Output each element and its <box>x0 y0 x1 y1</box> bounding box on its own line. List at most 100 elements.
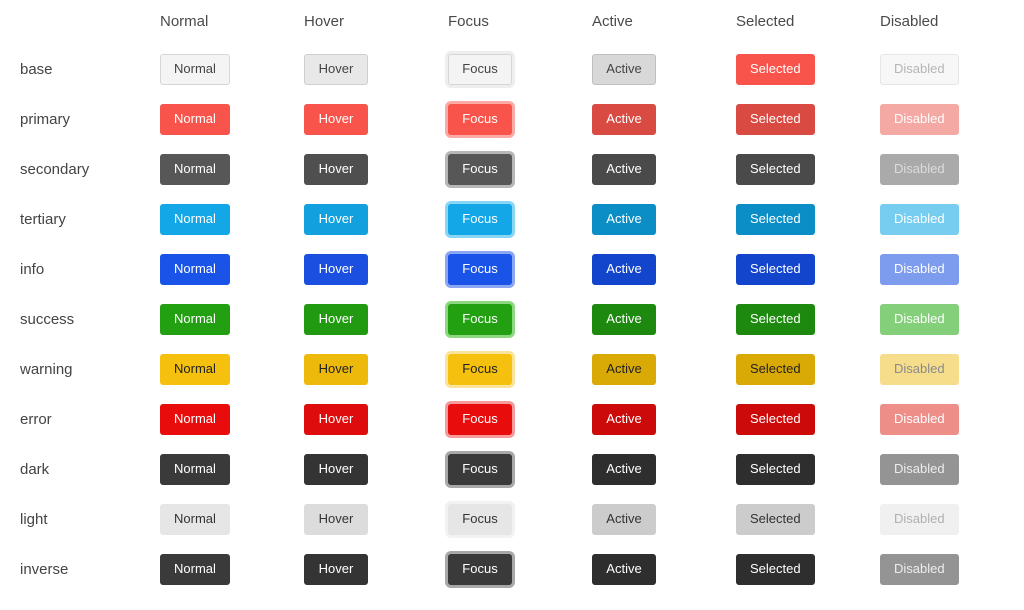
button-error-focus[interactable]: Focus <box>448 403 512 435</box>
cell-inverse-hover: Hover <box>304 544 448 594</box>
column-header-disabled: Disabled <box>880 13 939 30</box>
cell-primary-disabled: Disabled <box>880 94 1024 144</box>
cell-warning-normal: Normal <box>160 344 304 394</box>
cell-secondary-focus: Focus <box>448 144 592 194</box>
cell-secondary-normal: Normal <box>160 144 304 194</box>
button-tertiary-focus[interactable]: Focus <box>448 203 512 235</box>
button-warning-active[interactable]: Active <box>592 353 656 385</box>
row-label-warning: warning <box>20 360 73 378</box>
button-info-active[interactable]: Active <box>592 253 656 285</box>
row-label-secondary: secondary <box>20 160 90 178</box>
button-error-hover[interactable]: Hover <box>304 403 368 435</box>
button-dark-focus[interactable]: Focus <box>448 453 512 485</box>
table-body: base Normal Hover Focus Active Selected Disabl… <box>0 44 1024 594</box>
table-row: info Normal Hover Focus Active Selected Disabl… <box>0 244 1024 294</box>
button-tertiary-disabled: Disabled <box>880 203 959 235</box>
button-success-active[interactable]: Active <box>592 303 656 335</box>
cell-warning-focus: Focus <box>448 344 592 394</box>
button-base-normal[interactable]: Normal <box>160 53 230 85</box>
button-inverse-selected[interactable]: Selected <box>736 553 815 585</box>
button-warning-hover[interactable]: Hover <box>304 353 368 385</box>
cell-base-focus: Focus <box>448 44 592 94</box>
button-success-hover[interactable]: Hover <box>304 303 368 335</box>
button-inverse-normal[interactable]: Normal <box>160 553 230 585</box>
button-warning-disabled: Disabled <box>880 353 959 385</box>
table-row: dark Normal Hover Focus Active Selected Disabl… <box>0 444 1024 494</box>
row-label-light: light <box>20 510 48 528</box>
button-info-focus[interactable]: Focus <box>448 253 512 285</box>
button-secondary-focus[interactable]: Focus <box>448 153 512 185</box>
button-primary-hover[interactable]: Hover <box>304 103 368 135</box>
button-success-focus[interactable]: Focus <box>448 303 512 335</box>
cell-error-disabled: Disabled <box>880 394 1024 444</box>
button-light-normal[interactable]: Normal <box>160 503 230 535</box>
button-dark-active[interactable]: Active <box>592 453 656 485</box>
button-warning-focus[interactable]: Focus <box>448 353 512 385</box>
button-base-selected[interactable]: Selected <box>736 53 815 85</box>
button-primary-selected[interactable]: Selected <box>736 103 815 135</box>
header-row: Normal Hover Focus Active Selected Disabled <box>0 0 1024 44</box>
column-header-active: Active <box>592 13 633 30</box>
button-error-selected[interactable]: Selected <box>736 403 815 435</box>
cell-warning-hover: Hover <box>304 344 448 394</box>
button-primary-normal[interactable]: Normal <box>160 103 230 135</box>
button-info-selected[interactable]: Selected <box>736 253 815 285</box>
button-secondary-selected[interactable]: Selected <box>736 153 815 185</box>
button-light-selected[interactable]: Selected <box>736 503 815 535</box>
button-secondary-active[interactable]: Active <box>592 153 656 185</box>
button-dark-selected[interactable]: Selected <box>736 453 815 485</box>
button-warning-normal[interactable]: Normal <box>160 353 230 385</box>
cell-tertiary-selected: Selected <box>736 194 880 244</box>
cell-base-active: Active <box>592 44 736 94</box>
row-label-info: info <box>20 260 45 278</box>
cell-primary-normal: Normal <box>160 94 304 144</box>
button-error-normal[interactable]: Normal <box>160 403 230 435</box>
cell-success-selected: Selected <box>736 294 880 344</box>
button-inverse-focus[interactable]: Focus <box>448 553 512 585</box>
button-light-focus[interactable]: Focus <box>448 503 512 535</box>
row-label-tertiary: tertiary <box>20 210 66 228</box>
button-base-focus[interactable]: Focus <box>448 53 512 85</box>
cell-light-hover: Hover <box>304 494 448 544</box>
button-dark-hover[interactable]: Hover <box>304 453 368 485</box>
cell-inverse-disabled: Disabled <box>880 544 1024 594</box>
table-row: error Normal Hover Focus Active Selected Disab… <box>0 394 1024 444</box>
button-inverse-hover[interactable]: Hover <box>304 553 368 585</box>
button-primary-focus[interactable]: Focus <box>448 103 512 135</box>
button-success-normal[interactable]: Normal <box>160 303 230 335</box>
table-row: tertiary Normal Hover Focus Active Selected Di… <box>0 194 1024 244</box>
button-success-selected[interactable]: Selected <box>736 303 815 335</box>
button-success-disabled: Disabled <box>880 303 959 335</box>
button-primary-active[interactable]: Active <box>592 103 656 135</box>
button-inverse-active[interactable]: Active <box>592 553 656 585</box>
button-light-hover[interactable]: Hover <box>304 503 368 535</box>
button-secondary-hover[interactable]: Hover <box>304 153 368 185</box>
button-tertiary-selected[interactable]: Selected <box>736 203 815 235</box>
button-inverse-disabled: Disabled <box>880 553 959 585</box>
button-base-active[interactable]: Active <box>592 53 656 85</box>
cell-secondary-active: Active <box>592 144 736 194</box>
cell-base-hover: Hover <box>304 44 448 94</box>
button-secondary-normal[interactable]: Normal <box>160 153 230 185</box>
button-info-hover[interactable]: Hover <box>304 253 368 285</box>
column-header-normal: Normal <box>160 13 209 30</box>
cell-secondary-selected: Selected <box>736 144 880 194</box>
cell-error-normal: Normal <box>160 394 304 444</box>
button-info-normal[interactable]: Normal <box>160 253 230 285</box>
cell-error-focus: Focus <box>448 394 592 444</box>
button-light-active[interactable]: Active <box>592 503 656 535</box>
column-header-selected: Selected <box>736 13 795 30</box>
cell-inverse-selected: Selected <box>736 544 880 594</box>
cell-tertiary-disabled: Disabled <box>880 194 1024 244</box>
button-warning-selected[interactable]: Selected <box>736 353 815 385</box>
button-tertiary-active[interactable]: Active <box>592 203 656 235</box>
table-row: primary Normal Hover Focus Active Selected Dis… <box>0 94 1024 144</box>
button-dark-normal[interactable]: Normal <box>160 453 230 485</box>
button-error-active[interactable]: Active <box>592 403 656 435</box>
button-tertiary-normal[interactable]: Normal <box>160 203 230 235</box>
button-tertiary-hover[interactable]: Hover <box>304 203 368 235</box>
button-dark-disabled: Disabled <box>880 453 959 485</box>
cell-dark-active: Active <box>592 444 736 494</box>
cell-info-normal: Normal <box>160 244 304 294</box>
button-base-hover[interactable]: Hover <box>304 53 368 85</box>
